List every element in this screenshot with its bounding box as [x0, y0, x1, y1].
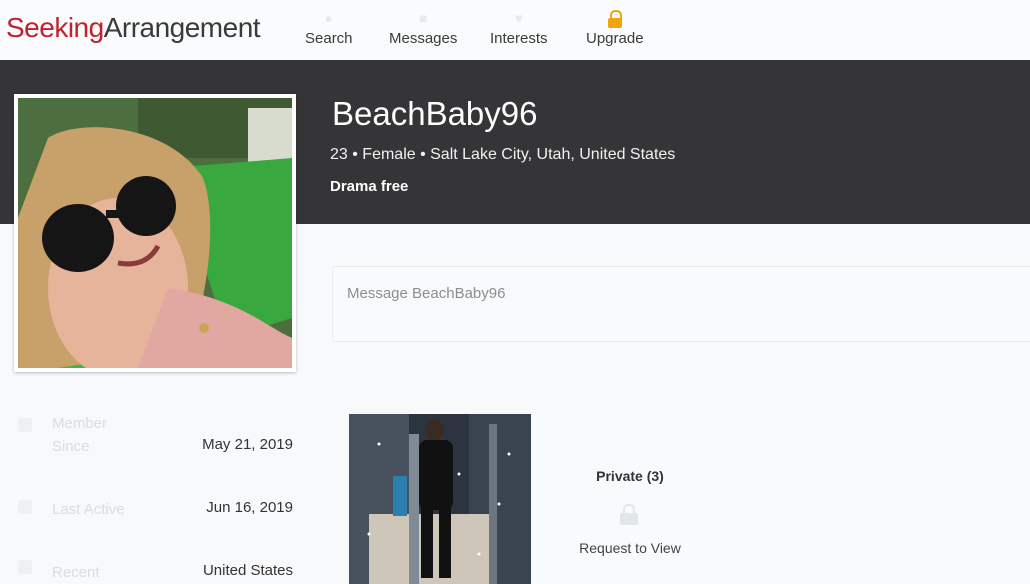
- nav-search[interactable]: ● Search: [305, 10, 353, 47]
- gallery-photo[interactable]: [349, 414, 531, 584]
- envelope-icon: ■: [418, 10, 428, 26]
- lock-icon: [620, 504, 638, 526]
- gallery-photo-image: [349, 414, 531, 584]
- member-since-value: May 21, 2019: [202, 436, 293, 453]
- brand-logo[interactable]: SeekingArrangement: [6, 12, 261, 44]
- nav-interests-label: Interests: [490, 30, 548, 47]
- top-nav: SeekingArrangement ● Search ■ Messages ♥…: [0, 0, 1030, 60]
- nav-upgrade[interactable]: Upgrade: [586, 10, 644, 47]
- nav-messages[interactable]: ■ Messages: [389, 10, 457, 47]
- message-input[interactable]: [332, 266, 1030, 342]
- lock-icon: [586, 10, 644, 28]
- profile-username: BeachBaby96: [332, 95, 538, 132]
- profile-tagline: Drama free: [330, 178, 409, 195]
- recent-label: Recent: [52, 564, 100, 581]
- private-photos-label: Private (3): [596, 468, 664, 484]
- nav-upgrade-label: Upgrade: [586, 30, 644, 47]
- brand-logo-arrangement: Arrangement: [103, 12, 261, 43]
- brand-logo-seeking: Seeking: [6, 12, 104, 43]
- calendar-icon: [18, 418, 32, 432]
- nav-messages-label: Messages: [389, 30, 458, 47]
- profile-subline: 23 • Female • Salt Lake City, Utah, Unit…: [330, 146, 676, 163]
- heart-icon: ♥: [514, 10, 523, 26]
- clock-icon: [18, 500, 32, 514]
- profile-photo-image: [18, 98, 292, 368]
- nav-search-label: Search: [305, 30, 353, 47]
- member-since-label: Member Since: [52, 415, 108, 455]
- last-active-label: Last Active: [52, 501, 125, 518]
- request-to-view-link[interactable]: Request to View: [546, 540, 714, 556]
- search-icon: ●: [324, 10, 333, 26]
- profile-photo[interactable]: [18, 98, 292, 368]
- profile-photo-frame: [14, 94, 296, 372]
- recent-value: United States: [202, 562, 293, 579]
- last-active-value: Jun 16, 2019: [206, 499, 293, 516]
- location-icon: [18, 560, 32, 574]
- nav-interests[interactable]: ♥ Interests: [490, 10, 548, 47]
- private-photos-card[interactable]: Private (3) Request to View: [546, 414, 714, 584]
